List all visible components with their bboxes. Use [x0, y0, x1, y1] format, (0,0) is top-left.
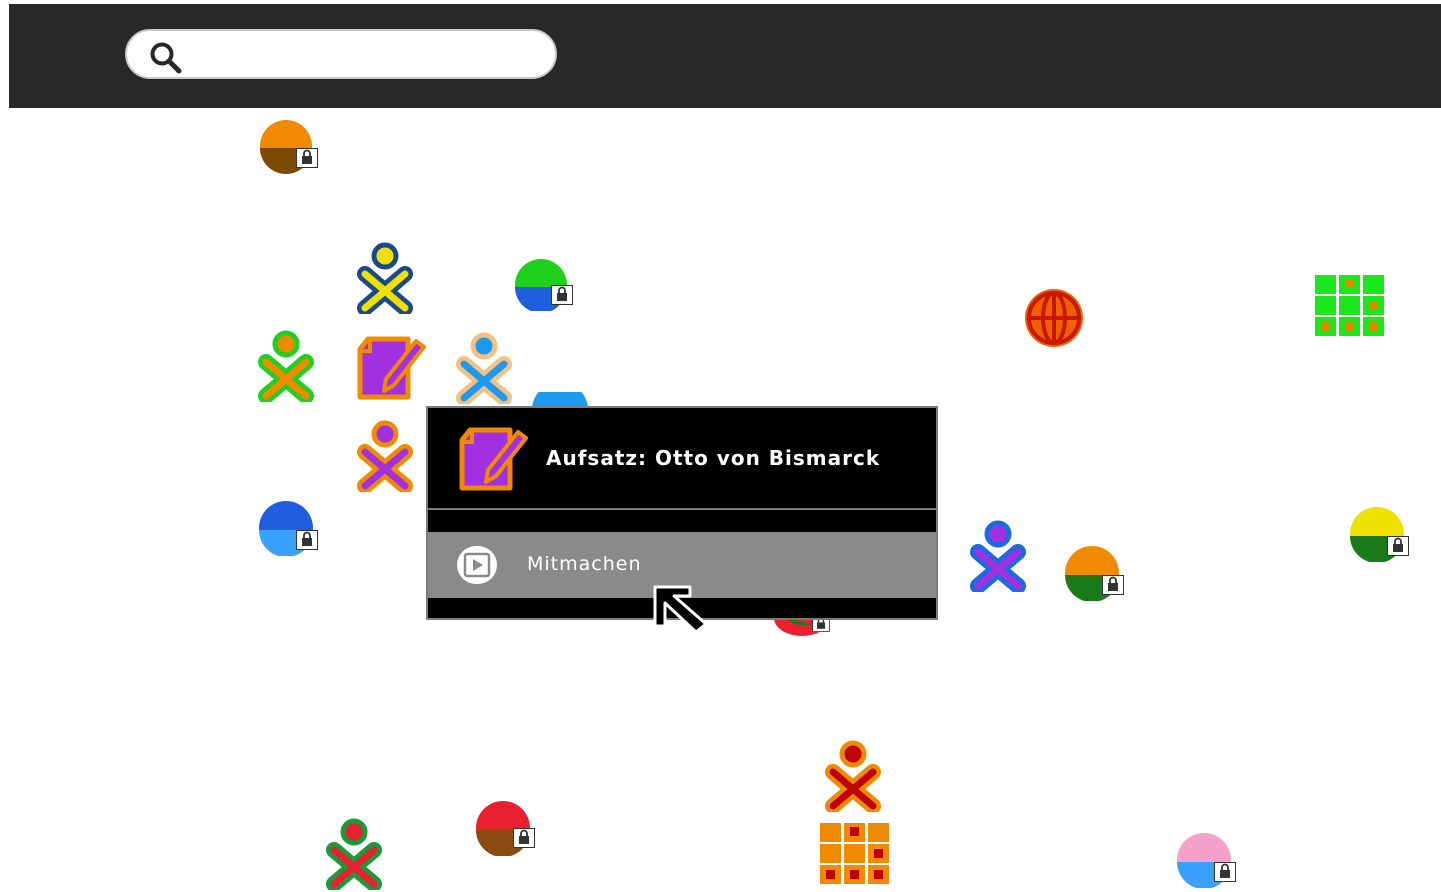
shared-activity-icon[interactable] — [256, 500, 322, 556]
shared-activity-icon[interactable] — [1347, 506, 1413, 562]
palette-title: Aufsatz: Otto von Bismarck — [546, 446, 881, 470]
lock-icon — [296, 148, 318, 168]
lock-icon — [513, 828, 535, 848]
lock-icon — [1387, 536, 1409, 556]
shared-activity-icon[interactable] — [1062, 545, 1128, 601]
lock-icon — [1214, 862, 1236, 882]
grid-activity-icon[interactable] — [1315, 275, 1385, 337]
palette-separator — [428, 508, 936, 510]
shared-activity-icon[interactable] — [511, 257, 577, 311]
lock-icon — [551, 285, 573, 305]
write-activity-icon — [459, 427, 528, 491]
toolbar — [9, 4, 1441, 108]
browse-activity-icon[interactable] — [1020, 286, 1088, 350]
buddy-icon[interactable] — [324, 818, 384, 890]
buddy-icon[interactable] — [355, 420, 415, 492]
grid-activity-icon[interactable] — [820, 823, 890, 885]
shared-activity-icon[interactable] — [256, 120, 322, 174]
play-icon — [457, 546, 497, 584]
write-activity-icon[interactable] — [356, 335, 428, 401]
buddy-icon[interactable] — [823, 740, 883, 812]
join-label: Mitmachen — [527, 553, 642, 575]
buddy-icon[interactable] — [256, 330, 316, 402]
buddy-icon[interactable] — [454, 332, 514, 404]
search-input[interactable] — [193, 39, 537, 71]
shared-activity-icon[interactable] — [1174, 832, 1240, 888]
cursor-icon — [653, 585, 708, 634]
search-icon — [150, 42, 182, 74]
lock-icon — [1102, 575, 1124, 595]
shared-activity-icon[interactable] — [473, 800, 539, 856]
buddy-icon[interactable] — [968, 520, 1028, 592]
search-field[interactable] — [125, 29, 557, 79]
lock-icon — [296, 530, 318, 550]
buddy-icon[interactable] — [355, 242, 415, 314]
